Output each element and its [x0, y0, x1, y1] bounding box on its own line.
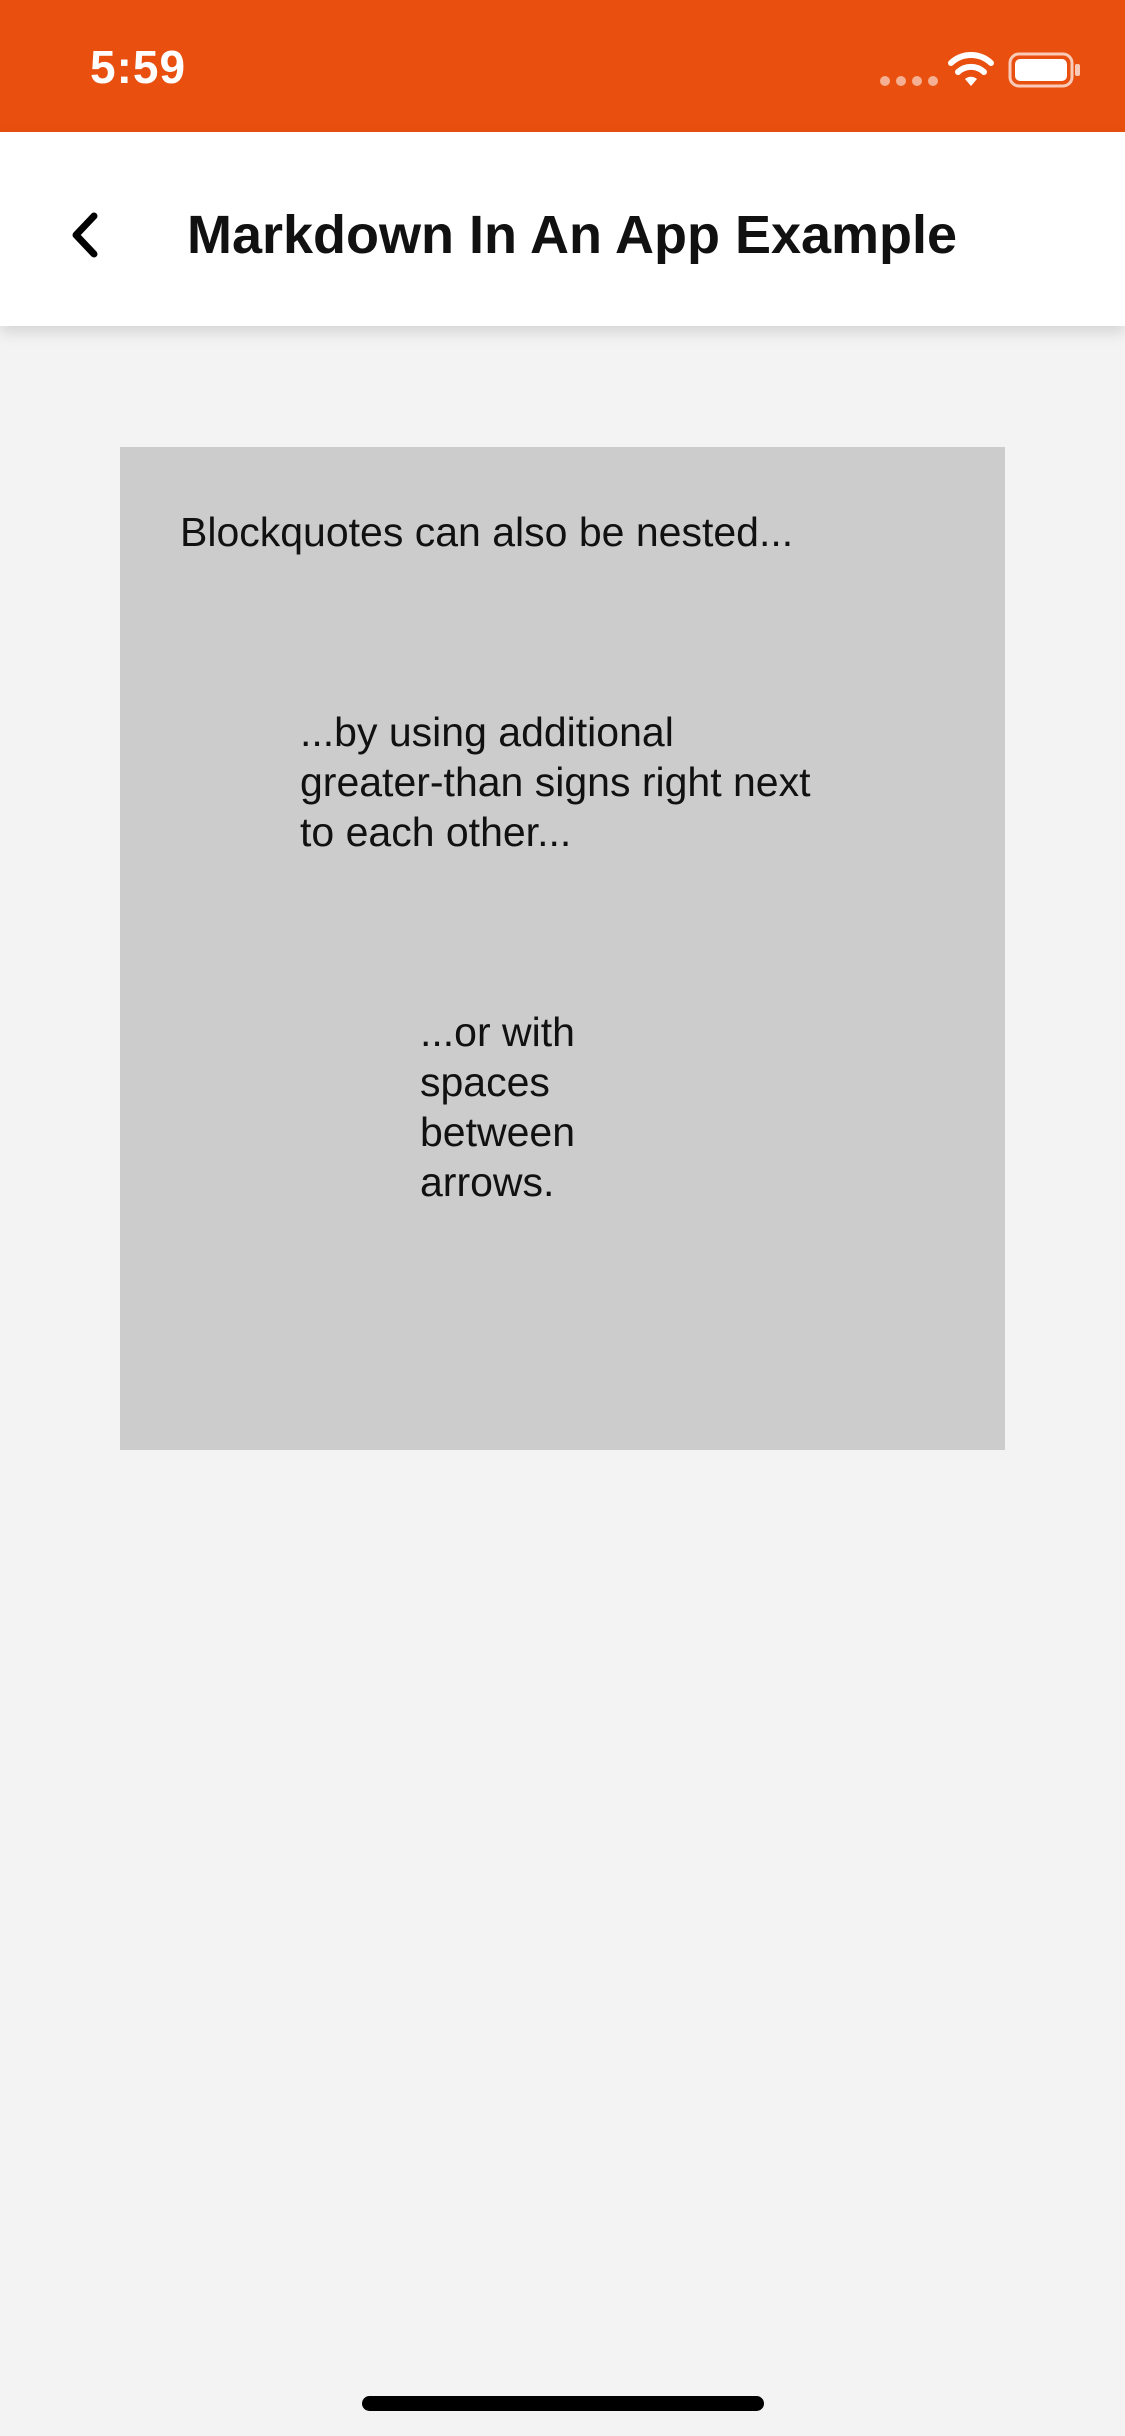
home-indicator[interactable] [362, 2396, 764, 2411]
back-button[interactable] [50, 200, 120, 270]
signal-icon [880, 76, 938, 86]
blockquote-level2-text: ...by using additional greater-than sign… [300, 709, 811, 855]
status-bar: 5:59 [0, 0, 1125, 132]
battery-icon [1008, 52, 1080, 88]
page-title: Markdown In An App Example [187, 205, 958, 265]
chevron-left-icon [72, 212, 98, 258]
blockquote-outer: Blockquotes can also be nested... ...by … [120, 447, 1005, 1450]
blockquote-level3-text: ...or with spaces between arrows. [420, 1009, 576, 1205]
wifi-icon [948, 52, 994, 86]
nav-bar: Markdown In An App Example [0, 132, 1125, 326]
status-time: 5:59 [90, 41, 187, 93]
blockquote-level1-text: Blockquotes can also be nested... [180, 509, 794, 555]
